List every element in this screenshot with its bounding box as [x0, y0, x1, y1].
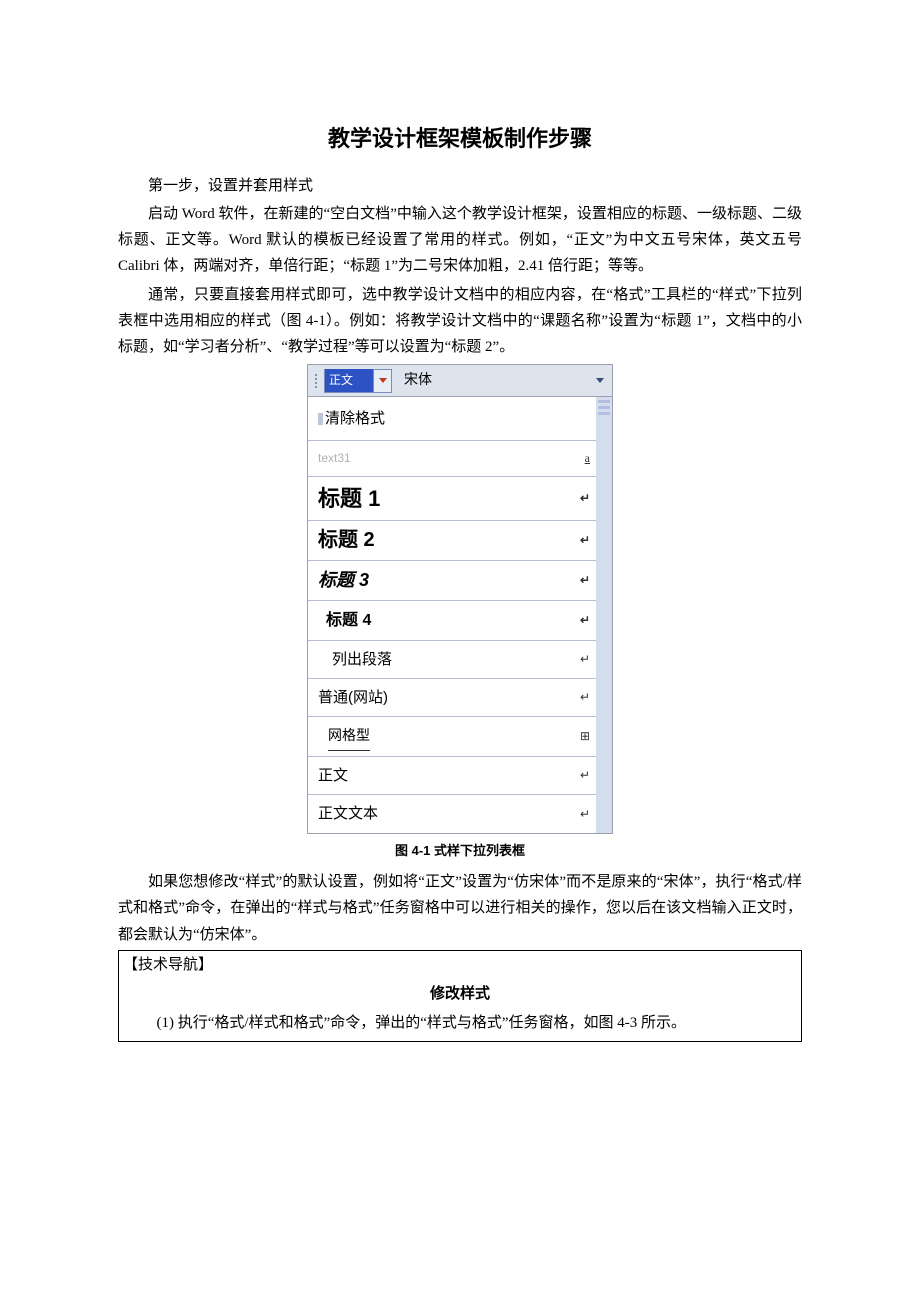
style-item-normal[interactable]: 正文 ↵ [308, 757, 596, 795]
paragraph-mark-icon: ↵ [580, 570, 590, 591]
style-item-body-text[interactable]: 正文文本 ↵ [308, 795, 596, 833]
style-item-heading-3[interactable]: 标题 3 ↵ [308, 561, 596, 601]
style-item-heading-4[interactable]: 标题 4 ↵ [308, 601, 596, 641]
figure-caption: 图 4-1 式样下拉列表框 [118, 840, 802, 863]
style-toolbar: 正文 宋体 [308, 365, 612, 397]
style-item-text31[interactable]: text31 a [308, 441, 596, 477]
table-grid-icon: ⊞ [580, 726, 590, 747]
step-1-label: 第一步，设置并套用样式 [118, 173, 802, 199]
style-item-label: 正文文本 [318, 801, 378, 827]
tech-guide-header: 【技术导航】 [119, 951, 801, 979]
style-combo-dropdown-button[interactable] [373, 370, 391, 392]
style-dropdown-list: 清除格式 text31 a 标题 1 ↵ 标题 2 ↵ 标题 3 ↵ 标题 4 … [308, 397, 612, 833]
style-item-label: 列出段落 [332, 647, 392, 673]
style-item-label: 标题 4 [326, 607, 371, 635]
style-item-label: 清除格式 [325, 406, 590, 432]
tech-guide-box: 【技术导航】 修改样式 (1) 执行“格式/样式和格式”命令，弹出的“样式与格式… [118, 950, 802, 1042]
paragraph-3: 如果您想修改“样式”的默认设置，例如将“正文”设置为“仿宋体”而不是原来的“宋体… [118, 869, 802, 948]
paragraph-mark-icon: ↵ [580, 765, 590, 786]
char-style-icon: a [585, 448, 590, 469]
paragraph-1: 启动 Word 软件，在新建的“空白文档”中输入这个教学设计框架，设置相应的标题… [118, 201, 802, 280]
style-item-label: 网格型 [328, 723, 370, 751]
paragraph-mark-icon: ↵ [580, 649, 590, 670]
font-combo-label[interactable]: 宋体 [404, 369, 432, 394]
style-combo[interactable]: 正文 [324, 369, 392, 393]
style-item-clear-format[interactable]: 清除格式 [308, 397, 596, 441]
style-item-heading-2[interactable]: 标题 2 ↵ [308, 521, 596, 561]
paragraph-mark-icon: ↵ [580, 687, 590, 708]
font-dropdown-triangle-icon[interactable] [596, 378, 604, 383]
paragraph-mark-icon: ↵ [580, 530, 590, 551]
style-combo-value: 正文 [325, 369, 373, 392]
tech-guide-step-1: (1) 执行“格式/样式和格式”命令，弹出的“样式与格式”任务窗格，如图 4-3… [119, 1009, 801, 1040]
figure-4-1: 正文 宋体 清除格式 text31 a 标题 1 ↵ 标题 2 ↵ 标题 3 ↵ [307, 364, 613, 834]
style-item-label: 标题 1 [318, 480, 380, 519]
toolbar-grip-icon [311, 365, 321, 396]
style-item-label: 标题 2 [318, 523, 375, 558]
document-title: 教学设计框架模板制作步骤 [118, 120, 802, 159]
style-item-table-grid[interactable]: 网格型 ⊞ [308, 717, 596, 757]
paragraph-2: 通常，只要直接套用样式即可，选中教学设计文档中的相应内容，在“格式”工具栏的“样… [118, 282, 802, 361]
style-item-label: 正文 [318, 763, 348, 789]
paragraph-mark-icon: ↵ [580, 804, 590, 825]
style-item-list-paragraph[interactable]: 列出段落 ↵ [308, 641, 596, 679]
tech-guide-title: 修改样式 [119, 979, 801, 1009]
dropdown-triangle-icon [379, 378, 387, 383]
style-item-label: text31 [318, 448, 351, 469]
style-item-label: 普通(网站) [318, 685, 388, 711]
paragraph-mark-icon: ↵ [580, 610, 590, 631]
paragraph-mark-icon: ↵ [580, 488, 590, 509]
style-item-heading-1[interactable]: 标题 1 ↵ [308, 477, 596, 521]
style-item-label: 标题 3 [318, 565, 369, 597]
style-item-normal-web[interactable]: 普通(网站) ↵ [308, 679, 596, 717]
